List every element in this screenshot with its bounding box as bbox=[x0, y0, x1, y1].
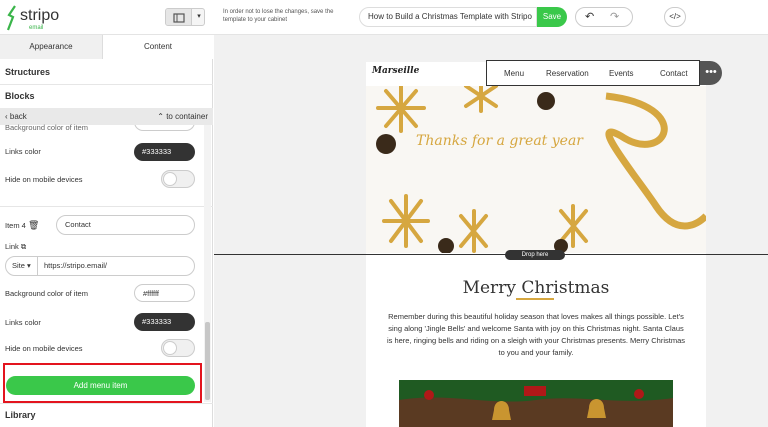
tab-appearance[interactable]: Appearance bbox=[0, 35, 103, 59]
divider bbox=[0, 403, 213, 404]
links-color-picker-2[interactable]: #333333 bbox=[134, 313, 195, 331]
trash-icon[interactable]: 🗑 bbox=[28, 220, 39, 230]
drop-indicator-line bbox=[214, 254, 768, 255]
item4-name-input[interactable]: Contact bbox=[56, 215, 195, 235]
external-link-icon[interactable]: ⧉ bbox=[21, 242, 26, 251]
christmas-bells-image[interactable] bbox=[399, 380, 673, 427]
hide-mobile-label-2: Hide on mobile devices bbox=[5, 344, 83, 353]
section-structures[interactable]: Structures bbox=[5, 67, 50, 77]
bg-color-label-partial: Background color of item bbox=[5, 123, 88, 132]
hide-mobile-toggle[interactable] bbox=[161, 170, 195, 188]
save-notice: In order not to lose the changes, save t… bbox=[223, 9, 334, 23]
link-label: Link ⧉ bbox=[5, 242, 26, 252]
links-color-label-2: Links color bbox=[5, 318, 41, 327]
links-color-picker[interactable]: #333333 bbox=[134, 143, 195, 161]
email-brand-logo[interactable]: Marseille bbox=[372, 66, 419, 76]
chevron-down-icon[interactable]: ▾ bbox=[192, 9, 204, 25]
to-container-link[interactable]: ⌃ to container bbox=[157, 112, 208, 121]
christmas-bells-icon bbox=[399, 380, 673, 427]
bg-color-picker[interactable]: #ffffff bbox=[134, 284, 195, 302]
menu-item-contact[interactable]: Contact bbox=[660, 69, 688, 78]
link-type-value: Site bbox=[12, 261, 25, 270]
sidebar-tabs: Appearance Content bbox=[0, 35, 213, 59]
divider bbox=[0, 206, 213, 207]
divider bbox=[0, 84, 213, 85]
email-menu-block[interactable]: Menu Reservation Events Contact bbox=[486, 60, 700, 86]
hide-mobile-toggle-2[interactable] bbox=[161, 339, 195, 357]
back-link[interactable]: ‹ back bbox=[5, 112, 27, 121]
to-container-label: to container bbox=[166, 112, 208, 121]
menu-item-reservation[interactable]: Reservation bbox=[546, 69, 589, 78]
link-url-input[interactable]: https://stripo.email/ bbox=[44, 257, 107, 275]
title-underline bbox=[516, 298, 554, 300]
undo-redo-group: ↶ ↷ bbox=[575, 7, 633, 27]
link-field: Site ▾ https://stripo.email/ bbox=[5, 256, 195, 276]
sidebar-scroll-thumb[interactable] bbox=[205, 322, 210, 400]
email-subject-field[interactable]: How to Build a Christmas Template with S… bbox=[359, 7, 537, 27]
settings-sidebar: Appearance Content Structures Blocks ‹ b… bbox=[0, 35, 213, 427]
menu-item-events[interactable]: Events bbox=[609, 69, 633, 78]
tab-content[interactable]: Content bbox=[103, 35, 213, 59]
email-title[interactable]: Merry Christmas bbox=[366, 278, 706, 298]
hero-image[interactable] bbox=[366, 86, 706, 253]
email-body-text[interactable]: Remember during this beautiful holiday s… bbox=[386, 311, 686, 359]
add-menu-item-button[interactable]: Add menu item bbox=[6, 376, 195, 395]
hero-text: Thanks for a great year bbox=[416, 133, 583, 149]
back-label: back bbox=[9, 112, 27, 121]
undo-icon[interactable]: ↶ bbox=[585, 11, 594, 23]
link-type-dropdown[interactable]: Site ▾ bbox=[6, 257, 38, 275]
toggle-knob bbox=[163, 172, 177, 186]
save-button[interactable]: Save bbox=[537, 7, 567, 27]
desktop-view-icon[interactable] bbox=[166, 9, 192, 25]
item4-label-text: Item 4 bbox=[5, 221, 26, 230]
stripo-logo[interactable]: stripo email bbox=[7, 4, 60, 32]
code-editor-button[interactable]: </> bbox=[664, 7, 686, 27]
section-library[interactable]: Library bbox=[5, 410, 36, 420]
links-color-label: Links color bbox=[5, 147, 41, 156]
link-label-text: Link bbox=[5, 242, 19, 251]
logo-subtext: email bbox=[29, 25, 44, 31]
section-blocks[interactable]: Blocks bbox=[5, 91, 35, 101]
stripo-logo-mark-icon bbox=[7, 5, 16, 31]
toggle-knob bbox=[163, 341, 177, 355]
redo-icon[interactable]: ↷ bbox=[610, 11, 619, 23]
item4-label: Item 4 🗑 bbox=[5, 220, 39, 231]
hero-decoration-icon bbox=[366, 86, 706, 253]
bg-color-label: Background color of item bbox=[5, 289, 88, 298]
drop-here-label: Drop here bbox=[505, 250, 565, 260]
top-toolbar: stripo email ▾ In order not to lose the … bbox=[0, 0, 768, 35]
menu-item-menu[interactable]: Menu bbox=[504, 69, 524, 78]
logo-text: stripo bbox=[20, 7, 60, 24]
hide-mobile-label: Hide on mobile devices bbox=[5, 175, 83, 184]
view-mode-dropdown[interactable]: ▾ bbox=[165, 8, 205, 26]
